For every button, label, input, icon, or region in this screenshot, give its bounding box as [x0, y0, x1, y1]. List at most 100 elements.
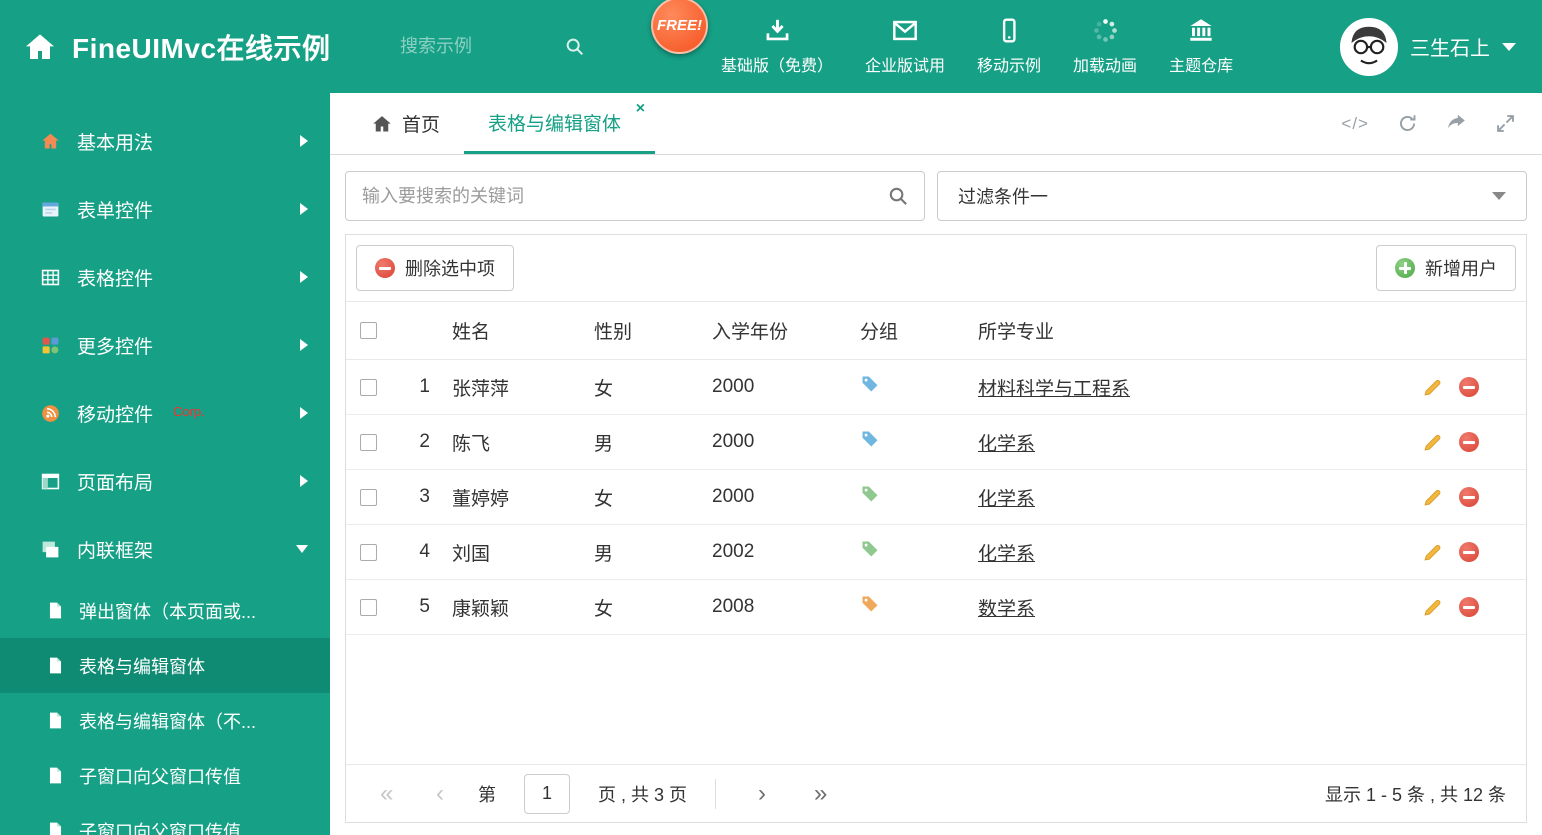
edit-icon[interactable]	[1422, 377, 1443, 398]
page-number-input[interactable]	[524, 773, 570, 814]
edit-icon[interactable]	[1422, 432, 1443, 453]
major-link[interactable]: 化学系	[978, 544, 1035, 565]
sidebar-item-basic-usage[interactable]: 基本用法	[0, 107, 330, 175]
download-icon	[764, 17, 791, 44]
row-index: 3	[396, 469, 444, 525]
grid-toolbar: 删除选中项 新增用户	[346, 235, 1526, 301]
row-checkbox[interactable]	[360, 378, 377, 396]
page-prefix: 第	[478, 784, 496, 805]
delete-selected-button[interactable]: 删除选中项	[356, 245, 514, 291]
search-icon[interactable]	[564, 36, 586, 58]
frame-icon	[40, 539, 61, 560]
cell-gender: 女	[586, 579, 704, 635]
sidebar-item-label: 页面布局	[77, 472, 154, 494]
tag-icon	[860, 539, 880, 559]
nav-item-basic-edition[interactable]: FREE! 基础版（免费）	[651, 0, 834, 87]
add-user-label: 新增用户	[1425, 259, 1497, 279]
sidebar-item-grid-controls[interactable]: 表格控件	[0, 243, 330, 311]
brand[interactable]: FineUIMvc在线示例	[0, 27, 400, 67]
source-code-icon[interactable]: </>	[1341, 114, 1369, 134]
row-actions	[1422, 432, 1518, 453]
major-link[interactable]: 化学系	[978, 489, 1035, 510]
delete-icon[interactable]	[1459, 542, 1479, 562]
search-icon[interactable]	[872, 172, 924, 220]
major-link[interactable]: 化学系	[978, 434, 1035, 455]
table-row: 1 张萍萍 女 2000 材料科学与工程系	[346, 359, 1526, 415]
sidebar-item-more-controls[interactable]: 更多控件	[0, 311, 330, 379]
cell-name: 康颖颖	[444, 579, 586, 635]
file-icon	[46, 821, 65, 835]
spinner-icon	[1092, 17, 1119, 44]
delete-icon[interactable]	[1459, 487, 1479, 507]
cell-year: 2000	[704, 359, 852, 415]
cell-year: 2002	[704, 524, 852, 580]
grid-empty-space	[346, 635, 1526, 764]
cell-name: 陈飞	[444, 414, 586, 470]
add-user-button[interactable]: 新增用户	[1376, 245, 1516, 291]
chevron-right-icon	[300, 339, 308, 351]
nav-item-loading-animation[interactable]: 加载动画	[1073, 7, 1137, 87]
cell-name: 刘国	[444, 524, 586, 580]
row-checkbox[interactable]	[360, 543, 377, 561]
divider	[715, 778, 717, 809]
col-header-name: 姓名	[444, 301, 586, 360]
keyword-input[interactable]	[346, 185, 872, 207]
sidebar-item-form-controls[interactable]: 表单控件	[0, 175, 330, 243]
sidebar-item-label: 内联框架	[77, 540, 154, 562]
edit-icon[interactable]	[1422, 487, 1443, 508]
last-page-icon[interactable]: »	[800, 781, 828, 806]
app-root: FineUIMvc在线示例 FREE! 基础版（免费） 企业版试用	[0, 0, 1542, 835]
edit-icon[interactable]	[1422, 542, 1443, 563]
fullscreen-icon[interactable]	[1495, 113, 1516, 134]
envelope-icon	[891, 17, 919, 44]
cell-gender: 男	[586, 414, 704, 470]
header-search-input[interactable]	[400, 36, 550, 57]
row-checkbox[interactable]	[360, 598, 377, 616]
tab-grid-edit-window[interactable]: 表格与编辑窗体 ×	[464, 93, 656, 154]
sidebar-item-label: 移动控件	[77, 404, 154, 426]
home-icon	[40, 131, 61, 152]
bank-icon	[1187, 17, 1215, 44]
layout-icon	[40, 471, 61, 492]
next-page-icon[interactable]: ›	[744, 781, 772, 806]
cell-name: 董婷婷	[444, 469, 586, 525]
sidebar-item-inline-frame[interactable]: 内联框架	[0, 515, 330, 583]
edit-icon[interactable]	[1422, 597, 1443, 618]
table-row: 3 董婷婷 女 2000 化学系	[346, 469, 1526, 525]
row-checkbox[interactable]	[360, 433, 377, 451]
first-page-icon[interactable]: «	[366, 781, 394, 806]
delete-icon[interactable]	[1459, 597, 1479, 617]
filter-dropdown[interactable]: 过滤条件一	[937, 171, 1527, 221]
nav-label: 移动示例	[977, 58, 1042, 75]
delete-icon[interactable]	[1459, 377, 1479, 397]
sidebar-item-page-layout[interactable]: 页面布局	[0, 447, 330, 515]
nav-label: 主题仓库	[1169, 58, 1234, 75]
sidebar-subitem-child-to-parent-2[interactable]: 子窗口向父窗口传值...	[0, 803, 330, 835]
nav-item-theme-repository[interactable]: 主题仓库	[1169, 7, 1233, 87]
major-link[interactable]: 材料科学与工程系	[978, 379, 1130, 400]
select-all-checkbox[interactable]	[360, 322, 377, 339]
major-link[interactable]: 数学系	[978, 599, 1035, 620]
close-icon[interactable]: ×	[636, 101, 645, 117]
share-icon[interactable]	[1446, 113, 1467, 134]
sidebar-subitem-child-to-parent[interactable]: 子窗口向父窗口传值	[0, 748, 330, 803]
sidebar-subitem-popup-window[interactable]: 弹出窗体（本页面或...	[0, 583, 330, 638]
col-header-actions	[1414, 301, 1526, 360]
sidebar-subitem-grid-edit-window-2[interactable]: 表格与编辑窗体（不...	[0, 693, 330, 748]
nav-item-mobile-demo[interactable]: 移动示例	[977, 7, 1041, 87]
top-header: FineUIMvc在线示例 FREE! 基础版（免费） 企业版试用	[0, 0, 1542, 93]
user-menu[interactable]: 三生石上	[1340, 17, 1516, 76]
refresh-icon[interactable]	[1397, 113, 1418, 134]
free-badge: FREE!	[651, 0, 708, 54]
nav-label: 基础版（免费）	[721, 58, 834, 75]
file-icon	[46, 711, 65, 730]
delete-icon[interactable]	[1459, 432, 1479, 452]
tab-label: 表格与编辑窗体	[488, 113, 622, 135]
sidebar-item-mobile-controls[interactable]: 移动控件 Corp.	[0, 379, 330, 447]
cell-name: 张萍萍	[444, 359, 586, 415]
sidebar-subitem-grid-edit-window[interactable]: 表格与编辑窗体	[0, 638, 330, 693]
tab-home[interactable]: 首页	[348, 93, 464, 154]
nav-item-enterprise-trial[interactable]: 企业版试用	[865, 7, 945, 87]
row-checkbox[interactable]	[360, 488, 377, 506]
prev-page-icon[interactable]: ‹	[422, 781, 450, 806]
